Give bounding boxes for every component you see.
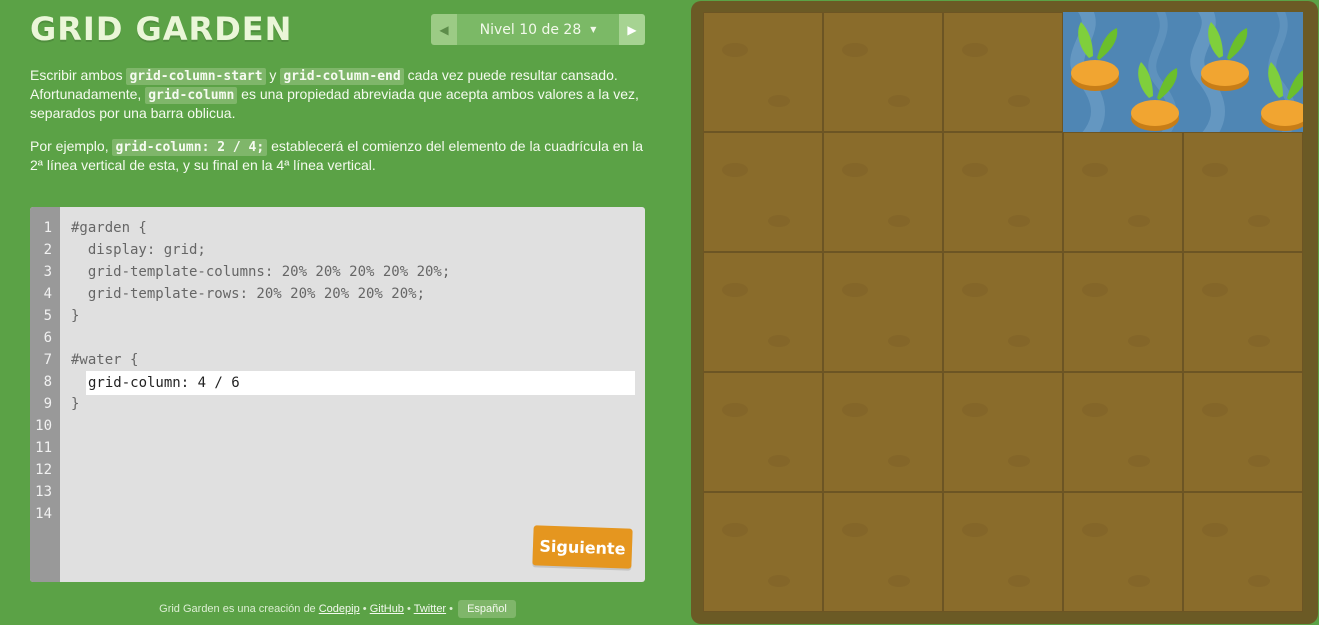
soil-plot-icon: [823, 12, 943, 132]
line-number-gutter: 1 2 3 4 5 6 7 8 9 10 11 12 13 14: [30, 207, 60, 582]
soil-plot-icon: [823, 492, 943, 612]
line-number: 5: [43, 308, 52, 324]
instructions-paragraph-1: Escribir ambos grid-column-start y grid-…: [30, 66, 650, 123]
separator: •: [446, 603, 457, 615]
app-title: GRID GARDEN: [30, 10, 293, 48]
line-number: 9: [43, 396, 52, 412]
footer: Grid Garden es una creación de Codepip •…: [30, 600, 645, 618]
next-level-button[interactable]: ▶: [619, 14, 645, 45]
soil-plot-icon: [1063, 492, 1183, 612]
separator: •: [403, 603, 414, 615]
next-button[interactable]: Siguiente: [532, 525, 633, 569]
line-number: 3: [43, 264, 52, 280]
soil-plot-icon: [943, 492, 1063, 612]
soil-plot-icon: [1063, 372, 1183, 492]
soil-plot-icon: [703, 12, 823, 132]
line-number: 13: [35, 484, 52, 500]
codepip-link[interactable]: Codepip: [319, 603, 360, 615]
page: GRID GARDEN ◀ Nivel 10 de 28 ▼ ▶ Escribi…: [0, 0, 1319, 625]
soil-plot-icon: [1183, 252, 1303, 372]
soil-plot-icon: [943, 372, 1063, 492]
water-icon: [1063, 12, 1303, 132]
level-selector[interactable]: Nivel 10 de 28 ▼: [457, 14, 619, 45]
soil-plot-icon: [1063, 132, 1183, 252]
line-number: 7: [43, 352, 52, 368]
soil-plot-icon: [823, 132, 943, 252]
text: y: [265, 67, 281, 83]
soil-plot-icon: [943, 132, 1063, 252]
code-chip-grid-column: grid-column: [145, 87, 238, 104]
caret-down-icon: ▼: [590, 25, 597, 34]
text: Por ejemplo,: [30, 138, 113, 154]
code-line: }: [71, 396, 80, 412]
language-button[interactable]: Español: [458, 600, 516, 618]
soil-plot-icon: [703, 252, 823, 372]
line-number: 8: [43, 374, 52, 390]
code-line: grid-template-rows: 20% 20% 20% 20% 20%;: [71, 286, 426, 302]
garden-grid: [703, 12, 1303, 612]
soil-plot-icon: [1183, 492, 1303, 612]
carrot-icon: [1131, 62, 1179, 131]
carrot-icon: [1071, 22, 1119, 91]
code-line: display: grid;: [71, 242, 206, 258]
code-chip-grid-column-start: grid-column-start: [126, 68, 266, 85]
carrot-icon: [1201, 22, 1249, 91]
twitter-link[interactable]: Twitter: [414, 603, 446, 615]
soil-plot-icon: [1183, 372, 1303, 492]
line-number: 10: [35, 418, 52, 434]
level-navigation: ◀ Nivel 10 de 28 ▼ ▶: [431, 14, 645, 45]
code-chip-grid-column-end: grid-column-end: [280, 68, 404, 85]
soil-plot-icon: [1063, 252, 1183, 372]
level-label: Nivel 10 de 28: [479, 21, 582, 38]
triangle-left-icon: ◀: [439, 22, 449, 37]
soil-plot-icon: [703, 492, 823, 612]
soil-plot-icon: [703, 132, 823, 252]
line-number: 4: [43, 286, 52, 302]
soil-plot-icon: [943, 12, 1063, 132]
code-line: #garden {: [71, 220, 147, 236]
soil-plot-icon: [943, 252, 1063, 372]
github-link[interactable]: GitHub: [370, 603, 404, 615]
triangle-right-icon: ▶: [627, 22, 637, 37]
css-answer-input[interactable]: [86, 371, 635, 395]
line-number: 1: [43, 220, 52, 236]
soil-plot-icon: [1183, 132, 1303, 252]
instructions-paragraph-2: Por ejemplo, grid-column: 2 / 4; estable…: [30, 137, 650, 175]
code-line: }: [71, 308, 80, 324]
separator: •: [359, 603, 370, 615]
soil-plot-icon: [823, 252, 943, 372]
soil-plot-icon: [823, 372, 943, 492]
soil-plot-icon: [703, 372, 823, 492]
footer-text: Grid Garden es una creación de: [159, 603, 319, 615]
previous-level-button[interactable]: ◀: [431, 14, 457, 45]
code-line: grid-template-columns: 20% 20% 20% 20% 2…: [71, 264, 451, 280]
code-line: #water {: [71, 352, 139, 368]
line-number: 12: [35, 462, 52, 478]
line-number: 2: [43, 242, 52, 258]
css-editor: 1 2 3 4 5 6 7 8 9 10 11 12 13 14 #garden…: [30, 207, 645, 582]
line-number: 11: [35, 440, 52, 456]
code-chip-example: grid-column: 2 / 4;: [112, 139, 268, 156]
text: Escribir ambos: [30, 67, 127, 83]
line-number: 6: [43, 330, 52, 346]
carrot-icon: [1261, 62, 1303, 131]
line-number: 14: [35, 506, 52, 522]
instructions: Escribir ambos grid-column-start y grid-…: [30, 66, 650, 189]
